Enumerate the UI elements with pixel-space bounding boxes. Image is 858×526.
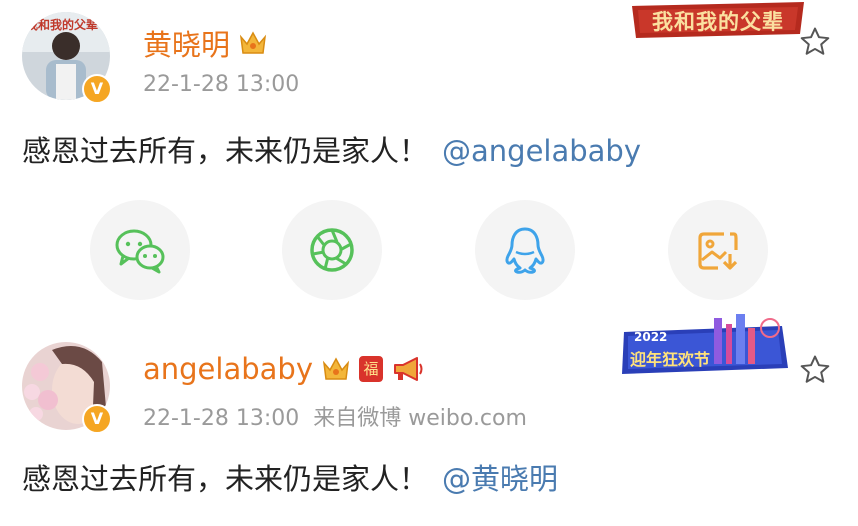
post-timestamp[interactable]: 22-1-28 13:00 <box>143 406 299 431</box>
share-moments-button[interactable] <box>282 200 382 300</box>
post-meta: 22-1-28 13:00 来自微博 weibo.com <box>143 400 527 432</box>
share-qq-button[interactable] <box>475 200 575 300</box>
author-row: angelababy 福 <box>143 352 425 386</box>
post-text: 感恩过去所有，未来仍是家人！ <box>22 462 429 496</box>
post-source[interactable]: 来自微博 weibo.com <box>313 406 527 431</box>
share-toolbar <box>0 200 858 300</box>
fu-badge-icon: 福 <box>358 356 383 382</box>
weibo-post-1: 我和我的父辈 V 黄晓明 22-1-28 13:00 我和我的父辈 感恩过去所有… <box>0 0 858 320</box>
author-name[interactable]: angelababy <box>143 352 313 386</box>
banner-text: 我和我的父辈 <box>652 10 784 34</box>
banner-year: 2022 <box>634 330 668 344</box>
mention-link[interactable]: @angelababy <box>442 134 641 168</box>
crown-icon <box>238 29 268 57</box>
avatar-caption: 我和我的父辈 <box>26 18 99 32</box>
post-meta: 22-1-28 13:00 <box>143 72 299 97</box>
favorite-star-icon[interactable] <box>798 25 832 59</box>
verified-badge-icon: V <box>82 404 112 434</box>
post-content: 感恩过去所有，未来仍是家人！ @angelababy <box>22 128 641 170</box>
author-name[interactable]: 黄晓明 <box>143 22 230 64</box>
save-image-button[interactable] <box>668 200 768 300</box>
qq-icon <box>505 227 545 274</box>
megaphone-icon <box>391 355 425 383</box>
weibo-post-2: V angelababy 福 22-1-28 13:00 来自微博 weibo.c… <box>0 314 858 526</box>
wechat-icon <box>115 229 165 274</box>
mention-link[interactable]: @黄晓明 <box>442 462 558 496</box>
author-row: 黄晓明 <box>143 22 268 64</box>
favorite-star-icon[interactable] <box>798 353 832 387</box>
moments-icon <box>310 228 354 272</box>
share-wechat-button[interactable] <box>90 200 190 300</box>
avatar-container[interactable]: V <box>22 342 114 434</box>
crown-icon <box>321 355 351 383</box>
post-timestamp[interactable]: 22-1-28 13:00 <box>143 72 299 97</box>
avatar-container[interactable]: 我和我的父辈 V <box>22 12 114 104</box>
banner-sticker: 我和我的父辈 <box>628 0 808 44</box>
save-image-icon <box>698 232 738 270</box>
banner-sticker: 2022 迎年狂欢节 <box>618 314 794 388</box>
post-content: 感恩过去所有，未来仍是家人！ @黄晓明 <box>22 456 558 498</box>
banner-text: 迎年狂欢节 <box>630 350 711 369</box>
post-text: 感恩过去所有，未来仍是家人！ <box>22 134 429 168</box>
verified-badge-icon: V <box>82 74 112 104</box>
